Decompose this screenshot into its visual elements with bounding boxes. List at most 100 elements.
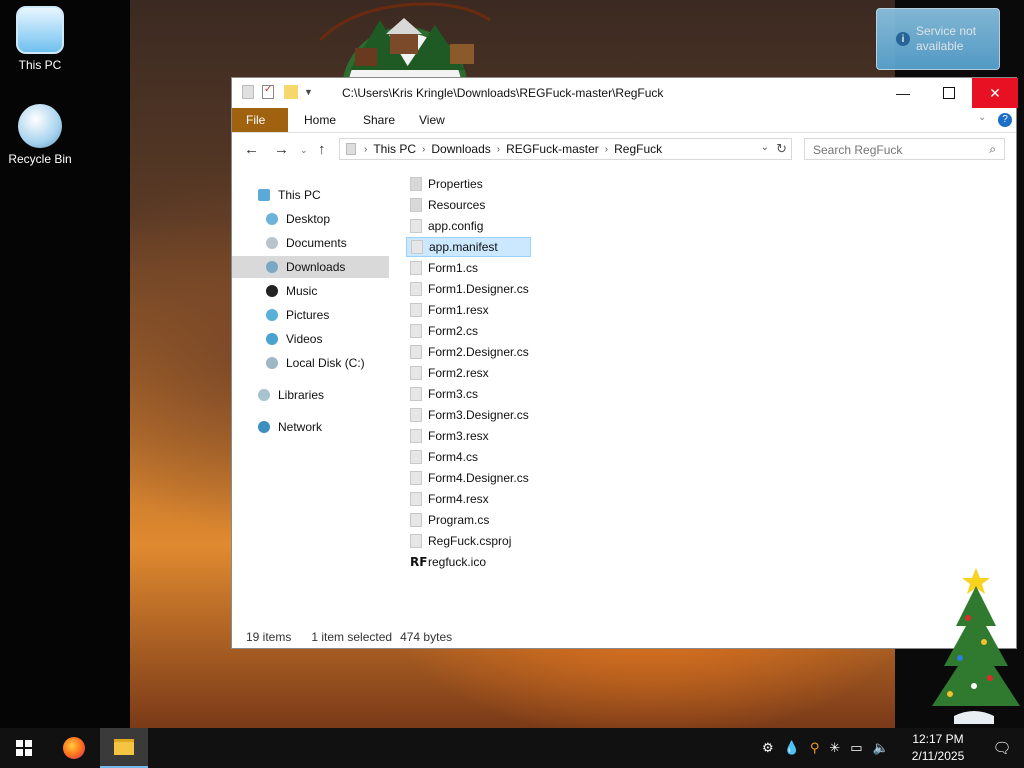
taskbar-firefox[interactable]	[50, 728, 98, 768]
list-item[interactable]: Form2.Designer.cs	[406, 342, 533, 362]
tab-view[interactable]: View	[405, 108, 459, 132]
desktop-icon-recycle-bin[interactable]: Recycle Bin	[0, 104, 80, 166]
list-item[interactable]: Resources	[406, 195, 489, 215]
file-name: Form4.Designer.cs	[428, 471, 529, 485]
list-item[interactable]: app.config	[406, 216, 487, 236]
nav-item-documents[interactable]: Documents	[232, 232, 389, 254]
file-icon	[410, 261, 422, 275]
file-name: Form2.resx	[428, 366, 489, 380]
search-input[interactable]	[811, 140, 985, 160]
start-button[interactable]	[0, 728, 48, 768]
list-item[interactable]: RegFuck.csproj	[406, 531, 515, 551]
nav-item-libraries[interactable]: Libraries	[232, 384, 389, 406]
network-disconnected-icon[interactable]: ✳	[829, 740, 840, 756]
desktop-icon-label: Recycle Bin	[8, 152, 72, 166]
nav-item-this-pc[interactable]: This PC	[232, 184, 389, 206]
nav-item-label: Downloads	[286, 260, 346, 274]
list-item[interactable]: Form3.resx	[406, 426, 493, 446]
volume-muted-icon[interactable]: 🔈	[873, 740, 889, 756]
file-icon	[410, 387, 422, 401]
nav-item-label: Pictures	[286, 308, 330, 322]
clock-time: 12:17 PM	[912, 732, 964, 746]
people-icon[interactable]: ⚙	[762, 740, 774, 756]
breadcrumb-downloads[interactable]: Downloads	[431, 142, 490, 156]
breadcrumb-regfuck[interactable]: RegFuck	[614, 142, 662, 156]
breadcrumb-separator-icon[interactable]: ›	[497, 144, 500, 155]
breadcrumb-this-pc[interactable]: This PC	[373, 142, 416, 156]
list-item[interactable]: RF regfuck.ico	[406, 552, 490, 572]
title-bar[interactable]: ✓ ▼ C:\Users\Kris Kringle\Downloads\REGF…	[232, 78, 1018, 108]
forward-button[interactable]: →	[274, 141, 289, 158]
christmas-tree-decoration	[932, 568, 1020, 724]
taskbar-clock[interactable]: 12:17 PM 2/11/2025	[902, 731, 974, 765]
search-tray-icon[interactable]: ⚲	[810, 740, 820, 756]
search-icon[interactable]: ⌕	[989, 142, 996, 157]
breadcrumb-separator-icon[interactable]: ›	[422, 144, 425, 155]
list-item[interactable]: Form1.cs	[406, 258, 482, 278]
breadcrumb-separator-icon[interactable]: ›	[605, 144, 608, 155]
up-button[interactable]: ↑	[318, 141, 326, 158]
file-name: Form2.Designer.cs	[428, 345, 529, 359]
display-icon[interactable]: ▭	[850, 740, 862, 756]
nav-item-local-disk[interactable]: Local Disk (C:)	[232, 352, 389, 374]
list-item[interactable]: Form1.resx	[406, 300, 493, 320]
chevron-down-icon[interactable]: ⌄	[761, 142, 769, 153]
tab-share[interactable]: Share	[349, 108, 409, 132]
drop-icon[interactable]: 💧	[784, 740, 800, 756]
list-item[interactable]: Form3.cs	[406, 384, 482, 404]
breadcrumb-regfuck-master[interactable]: REGFuck-master	[506, 142, 599, 156]
list-item[interactable]: Form4.Designer.cs	[406, 468, 533, 488]
close-icon: ✕	[989, 84, 1001, 101]
file-icon	[410, 534, 422, 548]
tab-home[interactable]: Home	[290, 108, 350, 132]
disk-drive-icon	[266, 357, 278, 369]
tab-file[interactable]: File	[232, 108, 288, 132]
regfuck-app-icon: RF	[410, 555, 428, 569]
list-item[interactable]: Form3.Designer.cs	[406, 405, 533, 425]
search-box[interactable]: ⌕	[804, 138, 1005, 160]
address-bar[interactable]: › This PC › Downloads › REGFuck-master ›…	[339, 138, 792, 160]
file-name: app.manifest	[429, 240, 498, 254]
nav-item-desktop[interactable]: Desktop	[232, 208, 389, 230]
taskbar-file-explorer[interactable]	[100, 728, 148, 768]
minimize-button[interactable]: —	[880, 78, 926, 108]
list-item[interactable]: Form4.cs	[406, 447, 482, 467]
nav-item-label: Music	[286, 284, 318, 298]
help-icon[interactable]: ?	[998, 113, 1012, 127]
back-button[interactable]: ←	[244, 141, 259, 158]
list-item[interactable]: Form2.resx	[406, 363, 493, 383]
file-name: Form1.resx	[428, 303, 489, 317]
expand-ribbon-icon[interactable]: ⌄	[978, 112, 986, 123]
list-item[interactable]: Form2.cs	[406, 321, 482, 341]
nav-item-pictures[interactable]: Pictures	[232, 304, 389, 326]
close-button[interactable]: ✕	[972, 78, 1018, 108]
file-name: Form3.Designer.cs	[428, 408, 529, 422]
nav-item-network[interactable]: Network	[232, 416, 389, 438]
nav-item-downloads[interactable]: Downloads	[232, 256, 389, 278]
file-name: regfuck.ico	[428, 555, 487, 569]
nav-item-label: Local Disk (C:)	[286, 356, 365, 370]
desktop-icon-this-pc[interactable]: This PC	[0, 6, 80, 72]
notification-toast[interactable]: i Service not available	[876, 8, 1000, 70]
nav-item-label: Desktop	[286, 212, 331, 226]
videos-folder-icon	[266, 333, 278, 345]
chevron-down-icon[interactable]: ▼	[304, 87, 313, 97]
list-item[interactable]: Form4.resx	[406, 489, 493, 509]
list-item[interactable]: Properties	[406, 174, 487, 194]
list-item[interactable]: Form1.Designer.cs	[406, 279, 533, 299]
item-count: 19 items	[246, 630, 292, 644]
list-item-selected[interactable]: app.manifest	[406, 237, 531, 257]
libraries-icon	[258, 389, 270, 401]
action-center-button[interactable]: 🗨	[980, 728, 1024, 768]
list-item[interactable]: Program.cs	[406, 510, 493, 530]
computer-icon	[16, 6, 64, 54]
nav-item-music[interactable]: Music	[232, 280, 389, 302]
recent-locations-button[interactable]: ⌄	[300, 145, 308, 156]
notification-icon: 🗨	[992, 740, 1012, 757]
new-folder-icon[interactable]	[284, 85, 298, 99]
properties-icon[interactable]: ✓	[262, 84, 274, 99]
nav-item-videos[interactable]: Videos	[232, 328, 389, 350]
maximize-button[interactable]	[926, 78, 972, 108]
refresh-icon[interactable]: ↻	[776, 141, 787, 157]
file-icon	[410, 429, 422, 443]
